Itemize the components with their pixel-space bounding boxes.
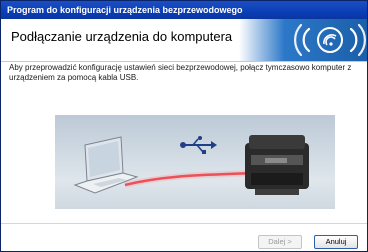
window-title: Program do konfiguracji urządzenia bezpr… [1, 1, 367, 19]
cancel-button[interactable]: Anuluj [314, 235, 358, 249]
instruction-text: Aby przeprowadzić konfigurację ustawień … [9, 63, 352, 82]
wifi-signal-icon [294, 23, 366, 57]
setup-wizard-window: Program do konfiguracji urządzenia bezpr… [0, 0, 368, 252]
wizard-header: Podłączanie urządzenia do komputera [1, 19, 367, 62]
wifi-badge [239, 19, 367, 61]
next-button[interactable]: Dalej > [258, 235, 302, 249]
usb-icon [180, 136, 217, 154]
printer-icon [245, 135, 309, 195]
footer-divider [1, 223, 367, 224]
page-title: Podłączanie urządzenia do komputera [11, 29, 233, 44]
connection-illustration [55, 115, 335, 209]
